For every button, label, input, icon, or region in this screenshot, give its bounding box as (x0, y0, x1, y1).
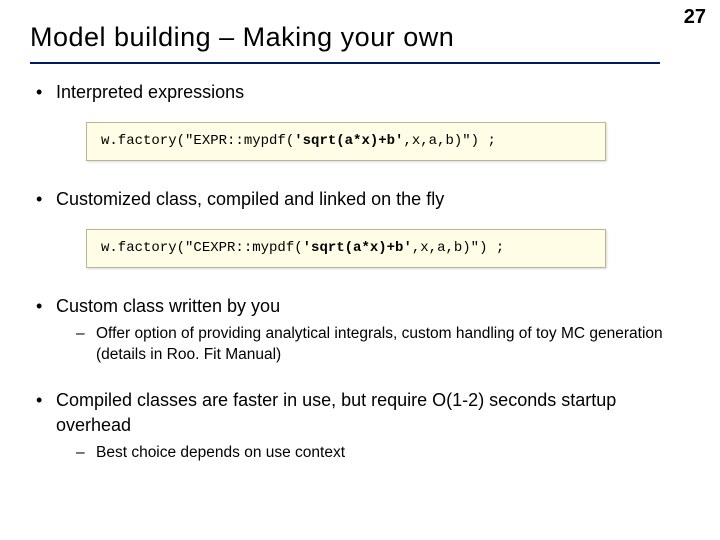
bullet-text: Customized class, compiled and linked on… (56, 189, 444, 209)
sub-bullet-list: Offer option of providing analytical int… (56, 324, 690, 366)
bullet-item: Interpreted expressions w.factory("EXPR:… (30, 80, 690, 161)
sub-bullet-item: Offer option of providing analytical int… (56, 324, 690, 366)
code-pre: w.factory("EXPR::mypdf( (101, 133, 294, 149)
code-box: w.factory("CEXPR::mypdf('sqrt(a*x)+b',x,… (86, 229, 606, 268)
slide-content: Interpreted expressions w.factory("EXPR:… (30, 80, 690, 486)
code-box: w.factory("EXPR::mypdf('sqrt(a*x)+b',x,a… (86, 122, 606, 161)
code-quoted: 'sqrt(a*x)+b' (294, 133, 403, 149)
bullet-text: Interpreted expressions (56, 82, 244, 102)
bullet-list: Interpreted expressions w.factory("EXPR:… (30, 80, 690, 464)
code-pre: w.factory("CEXPR::mypdf( (101, 240, 303, 256)
sub-bullet-text: Best choice depends on use context (96, 444, 345, 461)
code-post: ,x,a,b)") ; (403, 133, 495, 149)
code-quoted: 'sqrt(a*x)+b' (303, 240, 412, 256)
sub-bullet-text: Offer option of providing analytical int… (96, 325, 663, 363)
bullet-item: Compiled classes are faster in use, but … (30, 388, 690, 464)
slide-title: Model building – Making your own (30, 22, 454, 53)
bullet-text: Compiled classes are faster in use, but … (56, 390, 616, 434)
code-post: ,x,a,b)") ; (412, 240, 504, 256)
page-number: 27 (684, 6, 706, 29)
bullet-item: Custom class written by you Offer option… (30, 294, 690, 366)
bullet-item: Customized class, compiled and linked on… (30, 187, 690, 268)
bullet-text: Custom class written by you (56, 296, 280, 316)
sub-bullet-item: Best choice depends on use context (56, 443, 690, 464)
slide: 27 Model building – Making your own Inte… (0, 0, 720, 540)
title-underline (30, 62, 660, 64)
sub-bullet-list: Best choice depends on use context (56, 443, 690, 464)
